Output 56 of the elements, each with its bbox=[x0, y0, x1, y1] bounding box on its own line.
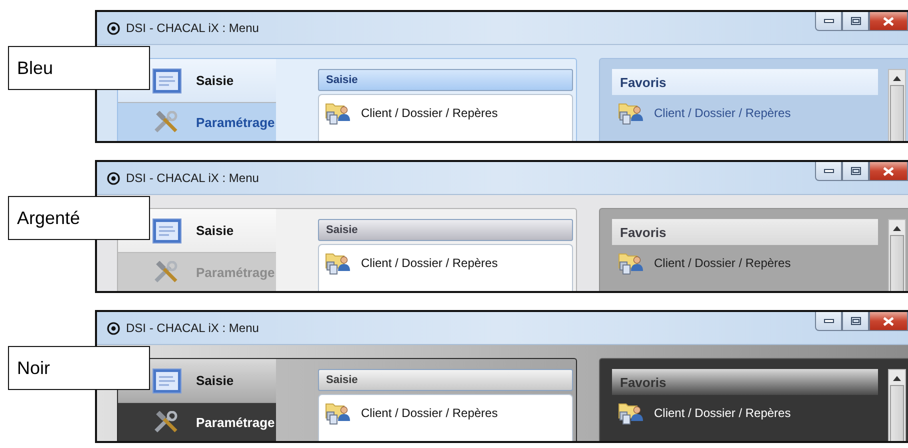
menu-entry[interactable]: Client / Dossier / Repères bbox=[325, 101, 498, 125]
nav-tab[interactable]: Paramétrage bbox=[118, 403, 276, 441]
window-title: DSI - CHACAL iX : Menu bbox=[126, 321, 259, 335]
app-logo-icon bbox=[107, 172, 120, 184]
maximize-icon bbox=[850, 317, 860, 325]
theme-label: Bleu bbox=[8, 46, 150, 90]
scrollbar[interactable] bbox=[888, 219, 906, 291]
folder-user-icon bbox=[618, 251, 644, 275]
favorites-header: Favoris bbox=[612, 219, 878, 245]
minimize-icon bbox=[824, 169, 834, 173]
maximize-icon bbox=[850, 17, 860, 25]
app-logo-icon bbox=[107, 322, 120, 334]
favorites-header: Favoris bbox=[612, 69, 878, 95]
document-screen-icon bbox=[152, 218, 182, 244]
scroll-up-icon bbox=[893, 376, 901, 381]
favorite-entry[interactable]: Client / Dossier / Repères bbox=[612, 401, 878, 425]
scrollbar[interactable] bbox=[888, 369, 906, 441]
section-header: Saisie bbox=[318, 219, 573, 241]
section-header: Saisie bbox=[318, 369, 573, 391]
theme-label: Argenté bbox=[8, 196, 150, 240]
document-screen-icon bbox=[152, 68, 182, 94]
window-title: DSI - CHACAL iX : Menu bbox=[126, 21, 259, 35]
scroll-up-icon bbox=[893, 226, 901, 231]
close-button[interactable] bbox=[869, 162, 908, 181]
folder-user-icon bbox=[618, 101, 644, 125]
document-screen-icon bbox=[152, 368, 182, 394]
favorite-entry[interactable]: Client / Dossier / Repères bbox=[612, 101, 878, 125]
minimize-button[interactable] bbox=[815, 12, 842, 31]
maximize-button[interactable] bbox=[842, 12, 869, 31]
app-logo-icon bbox=[107, 22, 120, 34]
maximize-icon bbox=[850, 167, 860, 175]
menu-entry[interactable]: Client / Dossier / Repères bbox=[325, 401, 498, 425]
minimize-icon bbox=[824, 19, 834, 23]
nav-tab[interactable]: Paramétrage bbox=[118, 103, 276, 141]
menu-entry[interactable]: Client / Dossier / Repères bbox=[325, 251, 498, 275]
close-icon bbox=[883, 316, 894, 326]
minimize-button[interactable] bbox=[815, 312, 842, 331]
maximize-button[interactable] bbox=[842, 162, 869, 181]
folder-user-icon bbox=[618, 401, 644, 425]
window-title: DSI - CHACAL iX : Menu bbox=[126, 171, 259, 185]
folder-user-icon bbox=[325, 101, 351, 125]
favorite-entry[interactable]: Client / Dossier / Repères bbox=[612, 251, 878, 275]
close-icon bbox=[883, 166, 894, 176]
close-icon bbox=[883, 16, 894, 26]
scroll-up-icon bbox=[893, 76, 901, 81]
folder-user-icon bbox=[325, 251, 351, 275]
folder-user-icon bbox=[325, 401, 351, 425]
minimize-button[interactable] bbox=[815, 162, 842, 181]
maximize-button[interactable] bbox=[842, 312, 869, 331]
minimize-icon bbox=[824, 319, 834, 323]
scrollbar[interactable] bbox=[888, 69, 906, 141]
section-header: Saisie bbox=[318, 69, 573, 91]
favorites-header: Favoris bbox=[612, 369, 878, 395]
close-button[interactable] bbox=[869, 12, 908, 31]
close-button[interactable] bbox=[869, 312, 908, 331]
theme-label: Noir bbox=[8, 346, 150, 390]
